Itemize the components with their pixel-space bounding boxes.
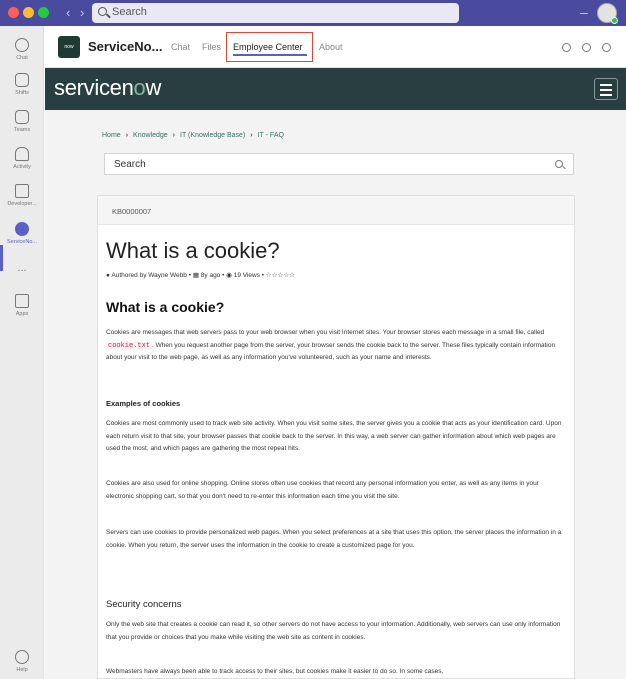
shifts-icon: [15, 73, 29, 87]
examples-heading: Examples of cookies: [106, 399, 181, 408]
avatar[interactable]: [597, 3, 618, 24]
rail-item-chat[interactable]: Chat: [0, 38, 44, 61]
minimize-window-button[interactable]: [23, 7, 34, 18]
search-icon[interactable]: [555, 160, 563, 168]
forward-arrow-icon[interactable]: ›: [80, 5, 84, 21]
chat-icon: [15, 38, 29, 52]
article-card: KB0000007 What is a cookie? ● Authored b…: [97, 195, 575, 679]
teams-search-input[interactable]: Search: [92, 3, 459, 23]
author-icon: ●: [106, 272, 110, 279]
help-icon: [15, 650, 29, 664]
breadcrumb-home[interactable]: Home: [102, 132, 121, 139]
rail-label: Chat: [16, 55, 28, 61]
more-icon: ...: [17, 262, 27, 274]
kb-search-placeholder: Search: [114, 159, 146, 170]
breadcrumb-separator-icon: ›: [172, 132, 176, 139]
article-meta: ● Authored by Wayne Webb • ▦ 8y ago • ◉ …: [106, 272, 296, 279]
app-header: now ServiceNo... Chat Files Employee Cen…: [45, 26, 626, 68]
back-arrow-icon[interactable]: ‹: [66, 5, 70, 21]
article-age: 8y ago: [200, 272, 221, 279]
window-titlebar: ‹ › Search –: [0, 0, 626, 26]
examples-paragraph-3: Servers can use cookies to provide perso…: [106, 529, 562, 549]
breadcrumb-it-faq[interactable]: IT - FAQ: [258, 132, 284, 139]
article-views: 19 Views: [233, 272, 260, 279]
article-heading: What is a cookie?: [106, 299, 225, 315]
servicenow-banner: servicenow: [45, 68, 626, 110]
rail-item-apps[interactable]: Apps: [0, 294, 44, 317]
kb-search-input[interactable]: Search: [104, 153, 574, 175]
breadcrumb-knowledge-base[interactable]: IT (Knowledge Base): [180, 132, 245, 139]
cookie-filename-code: cookie.txt: [106, 341, 153, 350]
app-name: ServiceNo...: [88, 39, 163, 54]
refresh-icon[interactable]: [582, 43, 591, 52]
rail-label: Teams: [13, 127, 31, 133]
teams-search-placeholder: Search: [112, 6, 147, 18]
servicenow-logo[interactable]: servicenow: [54, 75, 161, 101]
examples-paragraph-1: Cookies are most commonly used to track …: [106, 420, 562, 452]
globe-icon[interactable]: [602, 43, 611, 52]
calendar-icon: ▦: [192, 272, 199, 279]
zoom-window-button[interactable]: [38, 7, 49, 18]
examples-paragraph-2: Cookies are also used for online shoppin…: [106, 480, 539, 500]
more-options-icon[interactable]: –: [580, 4, 588, 20]
security-paragraph-1: Only the web site that creates a cookie …: [106, 621, 561, 641]
rail-item-servicenow[interactable]: ServiceNo...: [0, 222, 44, 245]
breadcrumb: Home › Knowledge › IT (Knowledge Base) › IT - …: [102, 132, 284, 139]
rail-label: Apps: [15, 311, 29, 317]
breadcrumb-separator-icon: ›: [250, 132, 253, 139]
rail-item-teams[interactable]: Teams: [0, 110, 44, 133]
breadcrumb-separator-icon: ›: [125, 132, 129, 139]
rail-item-activity[interactable]: Activity: [0, 147, 44, 170]
rail-more-apps[interactable]: ...: [0, 262, 44, 274]
bell-icon: [15, 147, 29, 161]
rail-item-help[interactable]: Help: [0, 650, 44, 673]
rail-label: Developer...: [7, 201, 37, 207]
teams-icon: [15, 110, 29, 124]
servicenow-icon: [15, 222, 29, 236]
portal-content: Home › Knowledge › IT (Knowledge Base) › IT - …: [45, 110, 626, 679]
search-icon: [98, 7, 107, 16]
developer-icon: [15, 184, 29, 198]
rail-item-shifts[interactable]: Shifts: [0, 73, 44, 96]
left-app-rail: Chat Shifts Teams Activity Developer... …: [0, 26, 44, 679]
hamburger-menu-icon[interactable]: [594, 78, 618, 100]
security-heading: Security concerns: [106, 599, 182, 610]
apps-icon: [15, 294, 29, 308]
rail-label: Shifts: [15, 90, 29, 96]
tab-about[interactable]: About: [319, 42, 343, 52]
security-paragraph-2: Webmasters have always been able to trac…: [106, 668, 444, 675]
presence-indicator: [611, 17, 618, 24]
tab-chat[interactable]: Chat: [171, 42, 190, 52]
servicenow-app-logo: now: [58, 36, 80, 58]
article-number: KB0000007: [98, 196, 574, 225]
article-title: What is a cookie?: [106, 238, 280, 263]
tab-files[interactable]: Files: [202, 42, 221, 52]
rating-stars-icon[interactable]: ☆☆☆☆☆: [266, 272, 295, 279]
rail-item-developer[interactable]: Developer...: [0, 184, 44, 207]
rail-label: Activity: [13, 164, 31, 170]
views-icon: ◉: [226, 272, 232, 279]
article-author: Authored by Wayne Webb: [111, 272, 187, 279]
breadcrumb-knowledge[interactable]: Knowledge: [133, 132, 168, 139]
rail-label: Help: [16, 667, 28, 673]
close-window-button[interactable]: [8, 7, 19, 18]
tab-highlight-box: [226, 32, 313, 62]
intro-paragraph: Cookies are messages that web servers pa…: [106, 329, 556, 361]
open-external-icon[interactable]: [562, 43, 571, 52]
rail-label: ServiceNo...: [7, 239, 37, 245]
